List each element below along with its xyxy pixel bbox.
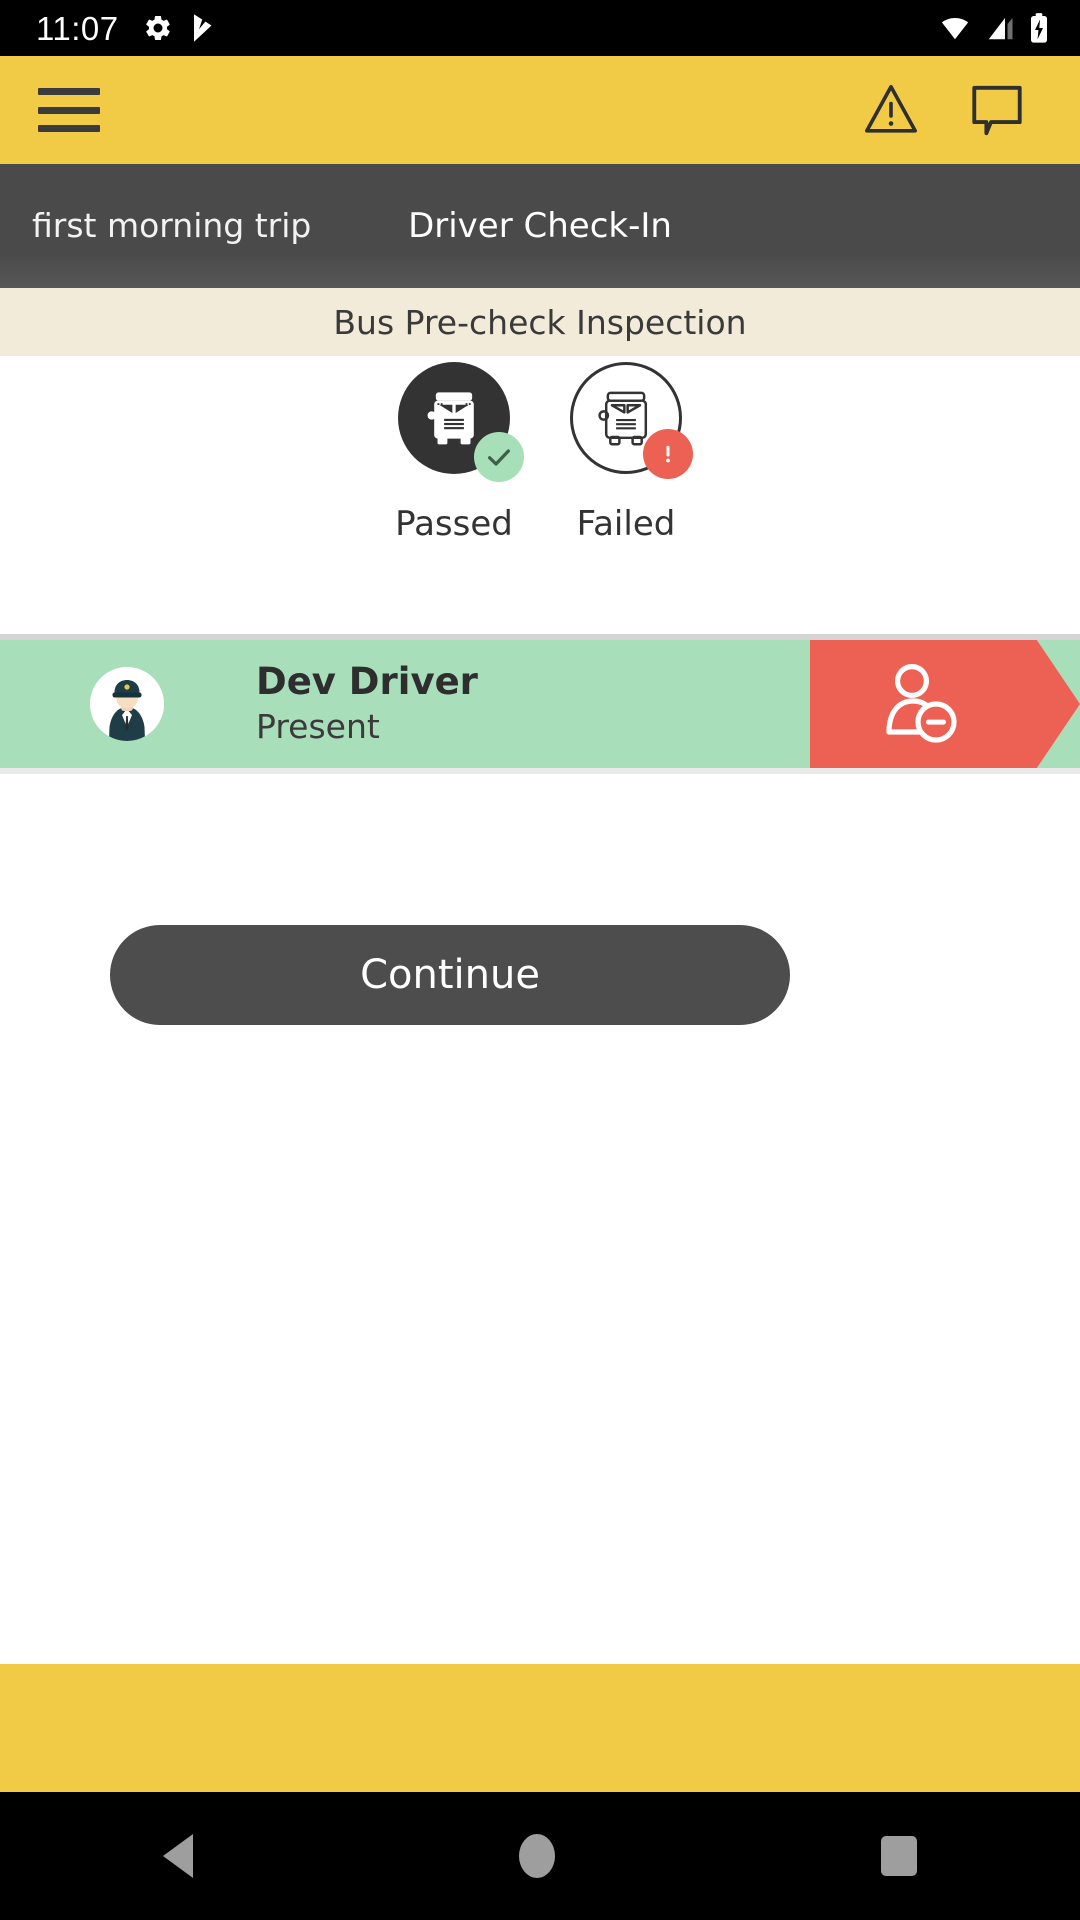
driver-info: Dev Driver Present: [256, 659, 478, 749]
driver-avatar-icon: [90, 667, 164, 741]
cellular-signal-icon: [988, 18, 1013, 40]
back-triangle-icon[interactable]: [163, 1834, 193, 1878]
status-bar: 11:07: [0, 0, 1080, 56]
check-badge: [474, 432, 524, 482]
continue-button[interactable]: Continue: [110, 925, 790, 1025]
passed-circle[interactable]: [398, 362, 524, 482]
driver-row-bottom-divider: [0, 768, 1080, 774]
battery-charging-icon: [1031, 13, 1047, 43]
gear-icon: [145, 15, 170, 41]
failed-label: Failed: [576, 504, 676, 544]
driver-name: Dev Driver: [256, 660, 478, 703]
warning-triangle-icon[interactable]: [860, 81, 922, 139]
exclamation-badge: [643, 429, 693, 479]
section-subtitle-bar: Bus Pre-check Inspection: [0, 288, 1080, 356]
status-bar-notification-icons: [143, 13, 217, 43]
app-bar: [0, 56, 1080, 164]
school-bus-icon: [427, 392, 474, 445]
wifi-icon: [941, 18, 969, 40]
section-subtitle: Bus Pre-check Inspection: [333, 302, 747, 342]
continue-button-label: Continue: [360, 952, 540, 998]
app-screen: 11:07 first morning trip Driver Check-In…: [0, 0, 1080, 1920]
exclamation-icon: [666, 445, 670, 463]
trip-header-bar: first morning trip Driver Check-In: [0, 164, 1080, 288]
android-navigation-bar: [0, 1792, 1080, 1920]
status-bar-system-icons: [938, 12, 1050, 44]
driver-list: Dev Driver Present: [0, 634, 1080, 774]
chat-bubble-icon[interactable]: [966, 81, 1028, 139]
media-play-icon: [193, 14, 212, 42]
remove-driver-action[interactable]: [810, 640, 1080, 768]
check-icon: [488, 449, 510, 466]
remove-person-icon: [886, 664, 957, 743]
bottom-accent-bar: [0, 1664, 1080, 1792]
avatar-illustration: [90, 667, 164, 741]
hamburger-menu-icon[interactable]: [38, 88, 100, 132]
home-circle-icon[interactable]: [519, 1834, 555, 1878]
page-title: Driver Check-In: [408, 206, 672, 246]
inspection-result-chooser: Passed Failed: [0, 356, 1080, 634]
passed-label: Passed: [395, 504, 513, 544]
driver-status: Present: [256, 707, 380, 746]
recents-square-icon[interactable]: [881, 1836, 917, 1876]
app-bar-actions: [860, 81, 1028, 139]
failed-circle[interactable]: [570, 362, 693, 479]
status-bar-clock: 11:07: [36, 9, 119, 47]
inspection-option-passed[interactable]: Passed: [368, 362, 540, 544]
inspection-option-failed[interactable]: Failed: [540, 362, 712, 544]
